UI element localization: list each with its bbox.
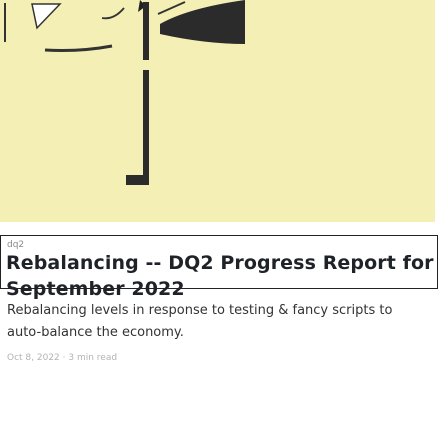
post-summary: Rebalancing levels in response to testin…: [7, 303, 393, 340]
hero-illustration: [0, 0, 435, 222]
hero-image[interactable]: [0, 0, 435, 222]
post-meta: Oct 8, 2022 · 3 min read: [7, 353, 118, 363]
post-title[interactable]: Rebalancing -- DQ2 Progress Report for S…: [6, 250, 436, 302]
post-card[interactable]: dq2 Rebalancing -- DQ2 Progress Report f…: [0, 0, 448, 448]
